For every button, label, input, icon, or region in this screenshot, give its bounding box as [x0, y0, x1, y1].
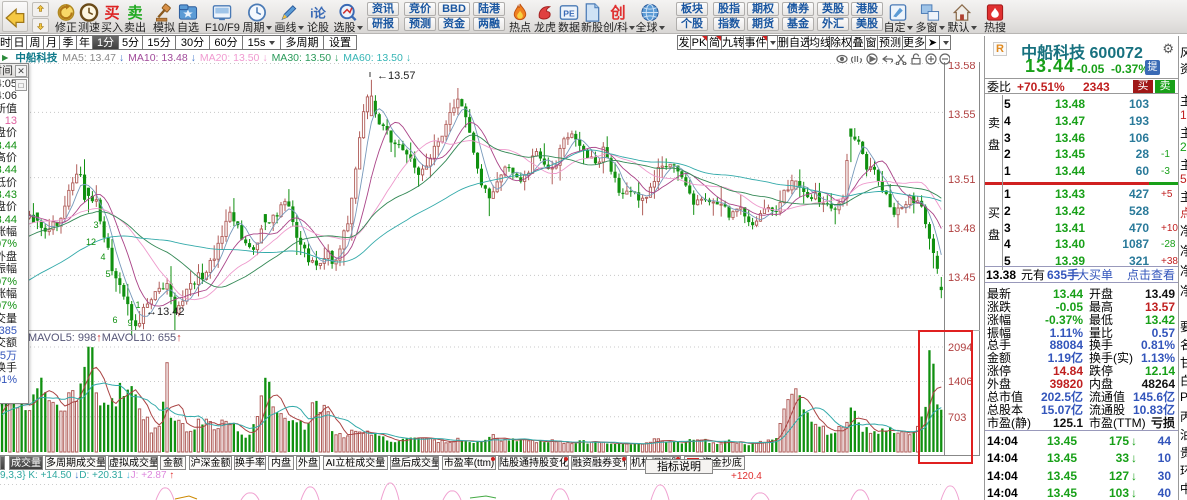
svg-text:3: 3	[93, 220, 98, 230]
svg-text:PE: PE	[563, 8, 575, 18]
svg-text:↔13.42: ↔13.42	[146, 306, 185, 318]
svg-text:卖: 卖	[127, 5, 142, 22]
svg-text:←13.57: ←13.57	[377, 70, 416, 82]
svg-text:12: 12	[86, 237, 96, 247]
svg-text:4: 4	[100, 252, 105, 262]
svg-text:6: 6	[112, 315, 117, 325]
svg-text:13.51: 13.51	[948, 174, 976, 186]
svg-text:13.45: 13.45	[948, 272, 976, 284]
svg-text:9: 9	[127, 318, 132, 328]
svg-text:创: 创	[609, 4, 625, 22]
svg-text:13.48: 13.48	[948, 223, 976, 235]
svg-text:5: 5	[105, 269, 110, 279]
svg-text:1: 1	[135, 300, 140, 310]
svg-text:13.55: 13.55	[948, 109, 976, 121]
svg-text:i论: i论	[310, 5, 326, 20]
